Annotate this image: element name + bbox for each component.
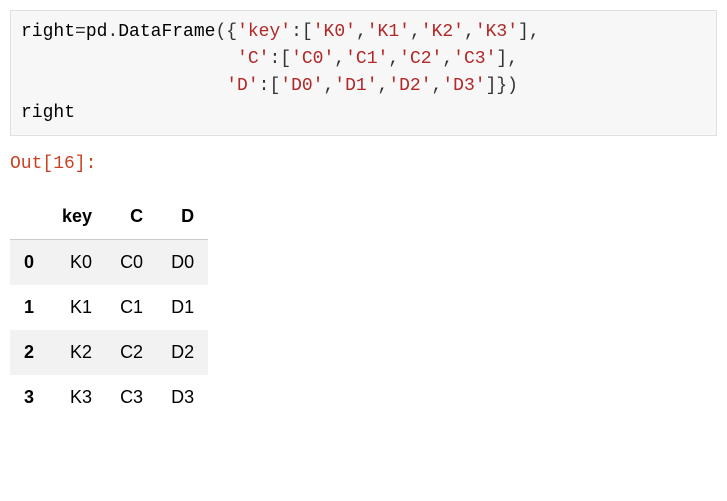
cell: K3 xyxy=(48,375,106,420)
code-module: pd xyxy=(86,22,108,42)
str-key: 'key' xyxy=(237,22,291,42)
colon: : xyxy=(259,76,270,96)
str-c2: 'C2' xyxy=(399,49,442,69)
table-row: 3 K3 C3 D3 xyxy=(10,375,208,420)
code-input-cell[interactable]: right=pd.DataFrame({'key':['K0','K1','K2… xyxy=(10,10,717,136)
cell: C2 xyxy=(106,330,157,375)
str-k2: 'K2' xyxy=(421,22,464,42)
lbracket: [ xyxy=(302,22,313,42)
str-d1: 'D1' xyxy=(334,76,377,96)
index-header xyxy=(10,194,48,240)
str-d-key: 'D' xyxy=(226,76,258,96)
row-index: 1 xyxy=(10,285,48,330)
table-row: 0 K0 C0 D0 xyxy=(10,240,208,286)
cell: D1 xyxy=(157,285,208,330)
comma: , xyxy=(334,49,345,69)
dataframe-table: key C D 0 K0 C0 D0 1 K1 C1 D1 2 K2 C2 D2… xyxy=(10,194,208,420)
cell: D2 xyxy=(157,330,208,375)
code-expr: right xyxy=(21,103,75,123)
rbracket: ] xyxy=(518,22,529,42)
lbracket: [ xyxy=(280,49,291,69)
col-header: key xyxy=(48,194,106,240)
col-header: C xyxy=(106,194,157,240)
comma: , xyxy=(388,49,399,69)
comma: , xyxy=(410,22,421,42)
lbracket: [ xyxy=(269,76,280,96)
eq: = xyxy=(75,22,86,42)
code-var: right xyxy=(21,22,75,42)
colon: : xyxy=(269,49,280,69)
dot: . xyxy=(107,22,118,42)
indent xyxy=(21,76,226,96)
comma: , xyxy=(507,49,518,69)
indent xyxy=(21,49,237,69)
cell: K1 xyxy=(48,285,106,330)
rbracket: ] xyxy=(496,49,507,69)
str-c-key: 'C' xyxy=(237,49,269,69)
comma: , xyxy=(432,76,443,96)
output-label: Out[16]: xyxy=(10,154,717,174)
comma: , xyxy=(356,22,367,42)
table-header-row: key C D xyxy=(10,194,208,240)
str-c0: 'C0' xyxy=(291,49,334,69)
open-brace: ({ xyxy=(215,22,237,42)
close-brace: ]}) xyxy=(486,76,518,96)
comma: , xyxy=(529,22,540,42)
cell: C1 xyxy=(106,285,157,330)
table-row: 2 K2 C2 D2 xyxy=(10,330,208,375)
str-d3: 'D3' xyxy=(442,76,485,96)
comma: , xyxy=(378,76,389,96)
comma: , xyxy=(464,22,475,42)
row-index: 0 xyxy=(10,240,48,286)
str-d0: 'D0' xyxy=(280,76,323,96)
colon: : xyxy=(291,22,302,42)
comma: , xyxy=(442,49,453,69)
str-k0: 'K0' xyxy=(313,22,356,42)
row-index: 2 xyxy=(10,330,48,375)
cell: C3 xyxy=(106,375,157,420)
col-header: D xyxy=(157,194,208,240)
str-c3: 'C3' xyxy=(453,49,496,69)
str-k3: 'K3' xyxy=(475,22,518,42)
cell: D0 xyxy=(157,240,208,286)
str-k1: 'K1' xyxy=(367,22,410,42)
str-d2: 'D2' xyxy=(388,76,431,96)
code-func: DataFrame xyxy=(118,22,215,42)
cell: D3 xyxy=(157,375,208,420)
str-c1: 'C1' xyxy=(345,49,388,69)
row-index: 3 xyxy=(10,375,48,420)
comma: , xyxy=(323,76,334,96)
cell: C0 xyxy=(106,240,157,286)
table-row: 1 K1 C1 D1 xyxy=(10,285,208,330)
cell: K2 xyxy=(48,330,106,375)
cell: K0 xyxy=(48,240,106,286)
